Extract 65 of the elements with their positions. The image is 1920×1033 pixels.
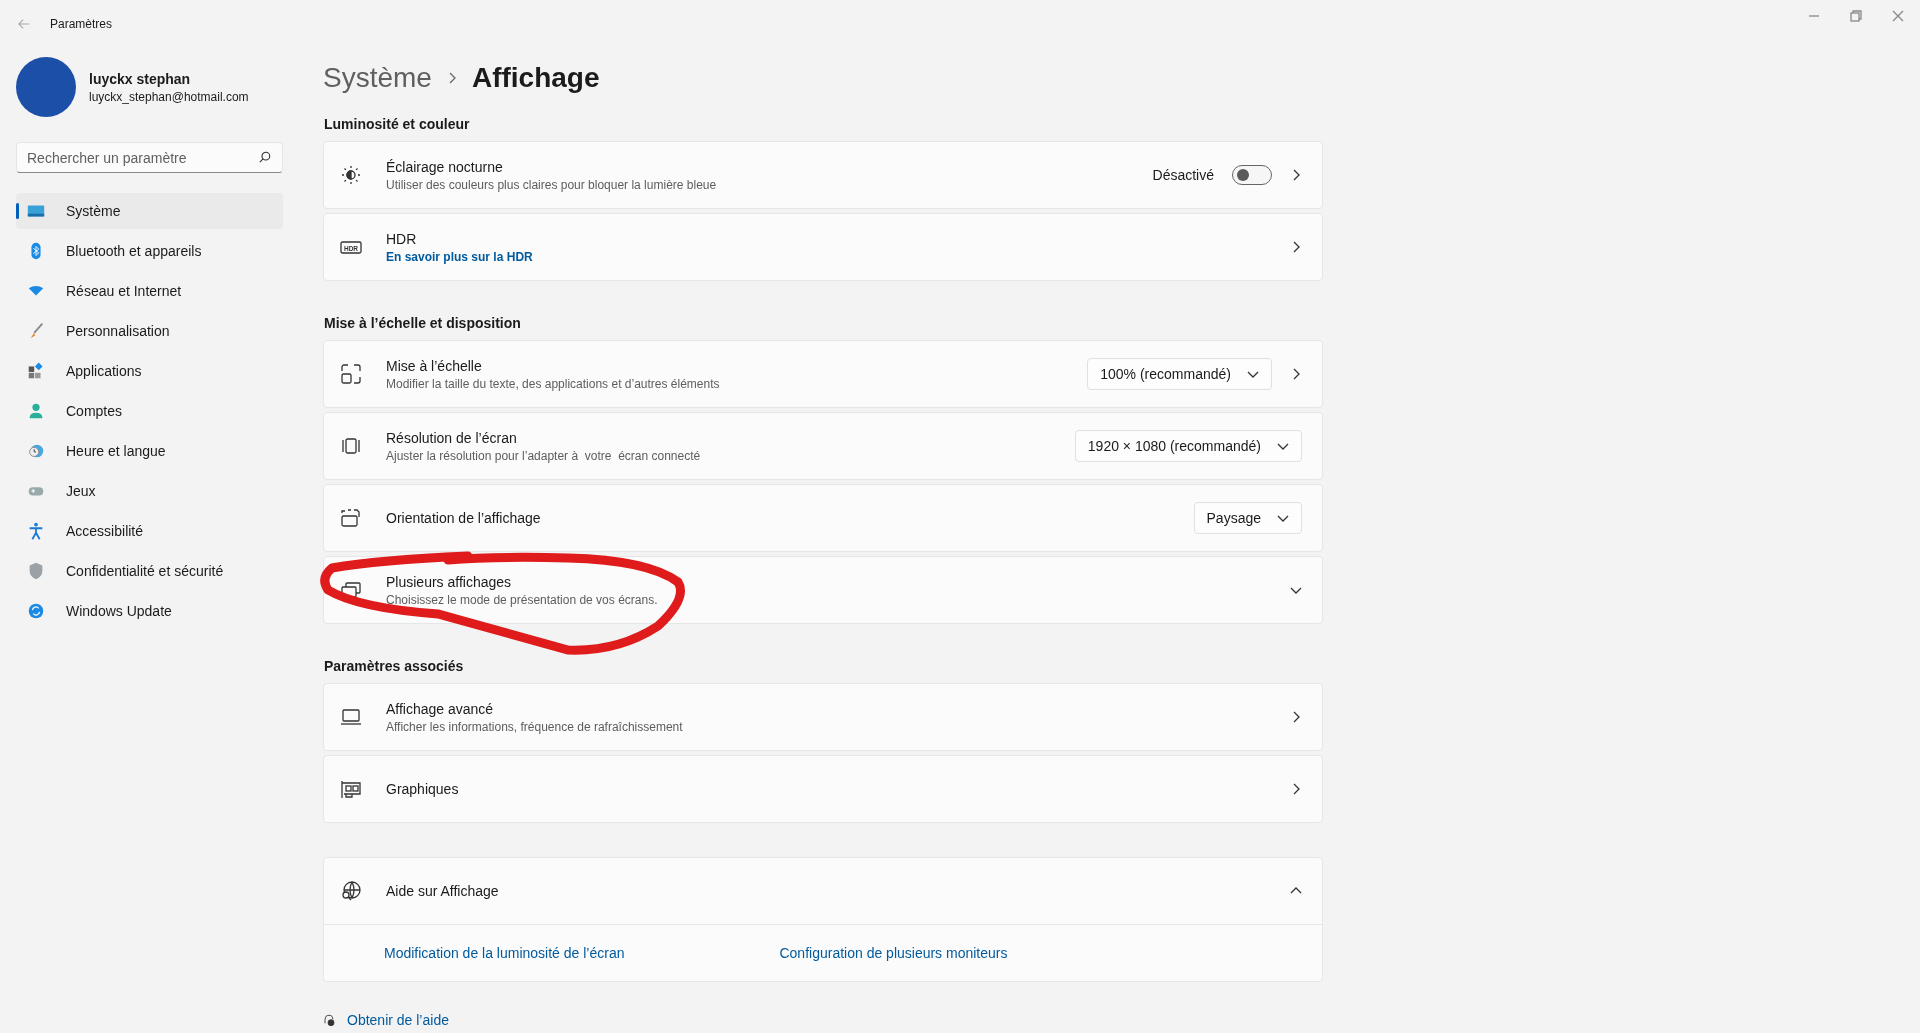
toggle-state-label: Désactivé xyxy=(1152,167,1214,183)
restore-icon xyxy=(1850,10,1862,22)
help-title: Aide sur Affichage xyxy=(386,883,500,899)
apps-icon xyxy=(26,361,46,381)
sidebar-item[interactable]: Comptes xyxy=(16,393,283,429)
dropdown[interactable]: 100% (recommandé) xyxy=(1087,358,1272,390)
sidebar-item[interactable]: Personnalisation xyxy=(16,313,283,349)
toggle-switch[interactable] xyxy=(1232,165,1272,185)
setting-card[interactable]: Éclairage nocturne Utiliser des couleurs plus claires pour bloquer la lumière bleue Désactivé xyxy=(323,141,1323,209)
setting-title: Affichage avancé xyxy=(386,700,495,717)
setting-description: Choisissez le mode de présentation de vos écrans. xyxy=(386,592,659,607)
sidebar-item[interactable]: Réseau et Internet xyxy=(16,273,283,309)
setting-title: HDR xyxy=(386,230,418,247)
sidebar-item[interactable]: Confidentialité et sécurité xyxy=(16,553,283,589)
setting-title: Mise à l’échelle xyxy=(386,357,483,374)
dropdown[interactable]: Paysage xyxy=(1193,502,1302,534)
setting-description: Modifier la taille du texte, des applications et d’autres éléments xyxy=(386,376,721,391)
sidebar-item[interactable]: Applications xyxy=(16,353,283,389)
globe-search-icon xyxy=(340,880,362,902)
scale-icon xyxy=(340,363,362,385)
sidebar-item[interactable]: Heure et langue xyxy=(16,433,283,469)
setting-description: Utiliser des couleurs plus claires pour bloquer la lumière bleue xyxy=(386,177,718,192)
get-help-link[interactable]: Obtenir de l’aide xyxy=(347,1012,449,1028)
setting-card[interactable]: Affichage avancé Afficher les informations, fréquence de rafraîchissement xyxy=(323,683,1323,751)
page-title: Affichage xyxy=(471,62,600,94)
close-icon xyxy=(1892,10,1904,22)
setting-card[interactable]: Résolution de l’écran Ajuster la résolution pour l’adapter à votre écran connecté 1920 × 1080 (recommandé) xyxy=(323,412,1323,480)
setting-title: Résolution de l’écran xyxy=(386,429,518,446)
section-heading: Luminosité et couleur xyxy=(324,116,471,132)
setting-title: Éclairage nocturne xyxy=(386,158,504,175)
dropdown[interactable]: 1920 × 1080 (recommandé) xyxy=(1074,430,1302,462)
sidebar-item[interactable]: Jeux xyxy=(16,473,283,509)
screen-bracket-icon xyxy=(340,435,362,457)
breadcrumb-link[interactable]: Système xyxy=(323,62,432,94)
help-chat-icon xyxy=(323,1014,335,1026)
window-title: Paramètres xyxy=(50,17,113,31)
setting-card[interactable]: Orientation de l’affichage Paysage xyxy=(323,484,1323,552)
rotate-screen-icon xyxy=(340,507,362,529)
learn-more-link[interactable]: En savoir plus sur la HDR xyxy=(386,249,1290,264)
help-link[interactable]: Modification de la luminosité de l’écran xyxy=(384,945,625,961)
sync-icon xyxy=(26,601,46,621)
setting-description: Afficher les informations, fréquence de rafraîchissement xyxy=(386,719,684,734)
setting-card[interactable]: Graphiques xyxy=(323,755,1323,823)
sidebar-item[interactable]: Windows Update xyxy=(16,593,283,629)
graphics-card-icon xyxy=(340,778,362,800)
search-icon xyxy=(259,151,271,163)
back-arrow-icon xyxy=(18,18,30,30)
section-heading: Paramètres associés xyxy=(324,658,465,674)
sidebar-item[interactable]: Accessibilité xyxy=(16,513,283,549)
setting-title: Orientation de l’affichage xyxy=(386,510,542,526)
setting-card[interactable]: Mise à l’échelle Modifier la taille du texte, des applications et d’autres éléments 100% (recommandé) xyxy=(323,340,1323,408)
help-link[interactable]: Configuration de plusieurs moniteurs xyxy=(779,945,1008,961)
setting-description: Ajuster la résolution pour l’adapter à votre écran connecté xyxy=(386,448,702,463)
sun-moon-icon xyxy=(340,164,362,186)
setting-title: Plusieurs affichages xyxy=(386,573,513,590)
account-name: luyckx stephan xyxy=(89,70,192,87)
avatar-photo xyxy=(16,57,76,117)
section-heading: Mise à l’échelle et disposition xyxy=(324,315,522,331)
setting-title: Graphiques xyxy=(386,781,460,797)
sidebar-item[interactable]: Bluetooth et appareils xyxy=(16,233,283,269)
sidebar-item[interactable]: Système xyxy=(16,193,283,229)
setting-card[interactable]: Plusieurs affichages Choisissez le mode de présentation de vos écrans. xyxy=(323,556,1323,624)
account-email: luyckx_stephan@hotmail.com xyxy=(89,89,249,104)
search-field[interactable]: Rechercher un paramètre xyxy=(16,142,283,173)
laptop-icon xyxy=(340,706,362,728)
